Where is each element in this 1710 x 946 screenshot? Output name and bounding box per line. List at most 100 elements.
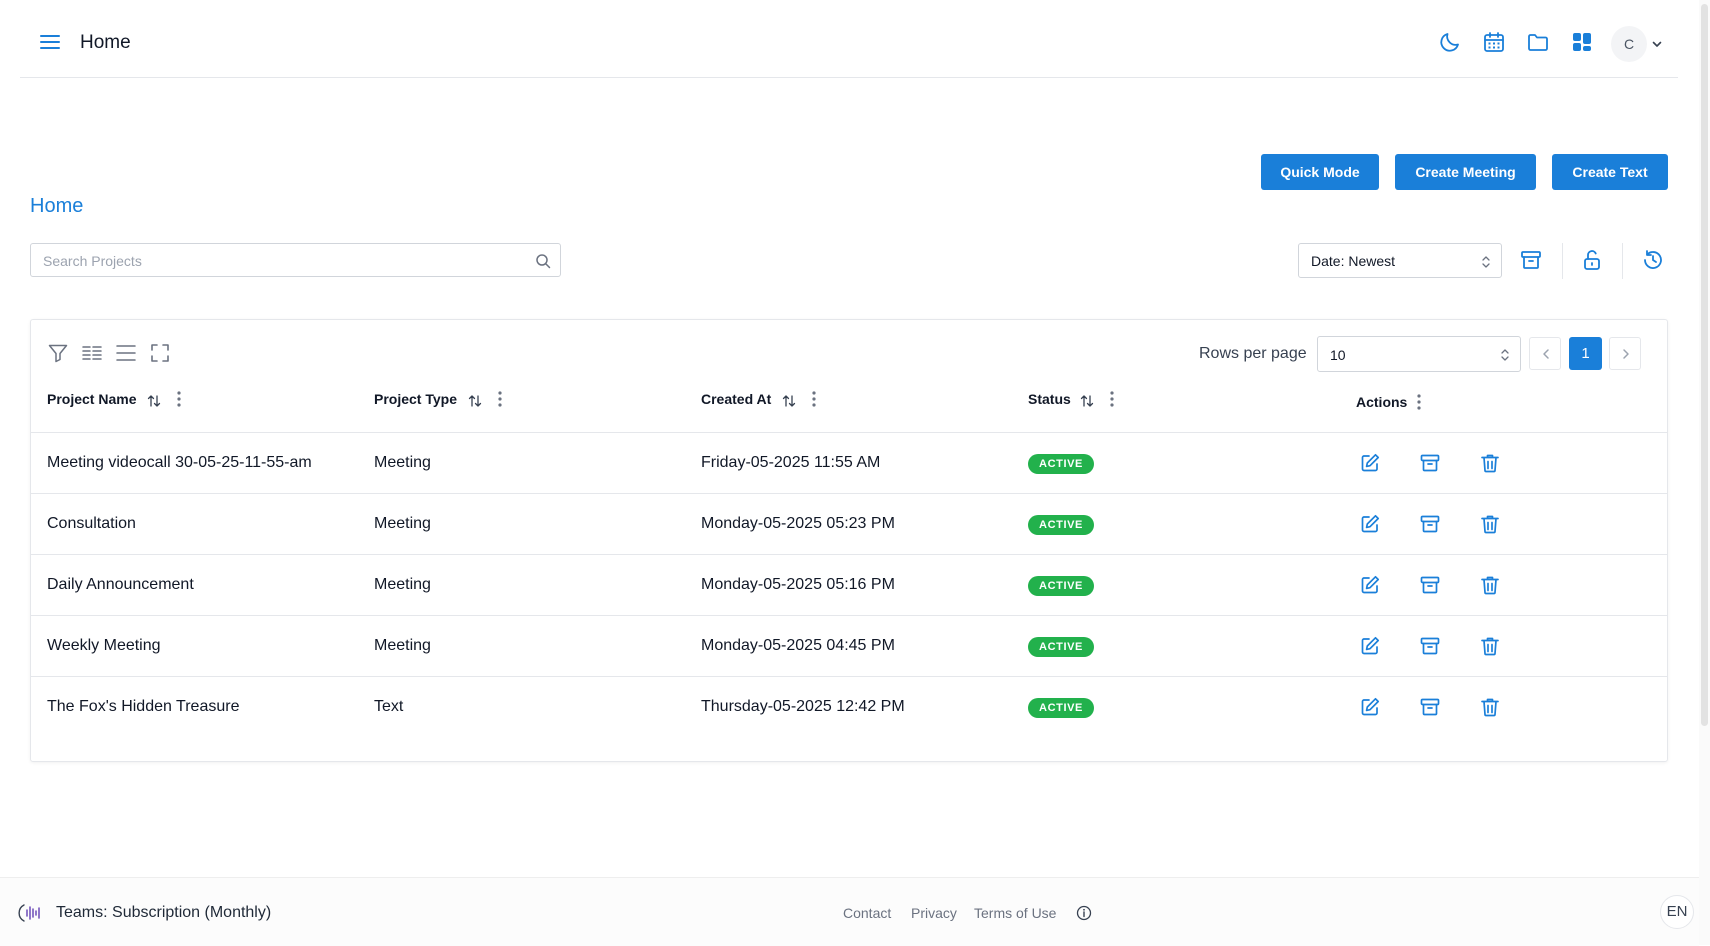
scrollbar-thumb[interactable] xyxy=(1701,4,1708,726)
column-menu-icon[interactable] xyxy=(811,390,817,408)
column-header-created-at[interactable]: Created At xyxy=(701,391,771,407)
column-menu-icon[interactable] xyxy=(1416,393,1422,411)
prev-page-button[interactable] xyxy=(1529,337,1561,370)
column-menu-icon[interactable] xyxy=(1109,390,1115,408)
divider xyxy=(1562,243,1563,279)
edit-icon[interactable] xyxy=(1359,635,1381,657)
trash-icon[interactable] xyxy=(1479,513,1501,535)
column-menu-icon[interactable] xyxy=(497,390,503,408)
trash-icon[interactable] xyxy=(1479,635,1501,657)
filter-icon[interactable] xyxy=(47,342,69,364)
chevron-left-icon[interactable] xyxy=(1540,348,1552,360)
status-badge: ACTIVE xyxy=(1028,515,1094,535)
language-switcher[interactable]: EN xyxy=(1660,895,1694,929)
menu-icon[interactable] xyxy=(39,31,61,53)
page-title: Home xyxy=(30,195,84,217)
edit-icon[interactable] xyxy=(1359,452,1381,474)
chevron-down-icon[interactable] xyxy=(1651,38,1663,50)
create-text-button[interactable]: Create Text xyxy=(1552,154,1668,190)
cell-project-type: Meeting xyxy=(374,454,431,471)
row-divider xyxy=(31,554,1667,555)
sort-icon[interactable] xyxy=(782,394,796,408)
cell-project-type: Text xyxy=(374,698,404,715)
history-icon[interactable] xyxy=(1641,248,1665,272)
cell-project-name[interactable]: Consultation xyxy=(47,515,136,533)
next-page-button[interactable] xyxy=(1609,337,1641,370)
columns-icon[interactable] xyxy=(81,342,103,364)
trash-icon[interactable] xyxy=(1479,696,1501,718)
footer: Teams: Subscription (Monthly) Contact Pr… xyxy=(0,877,1699,946)
footer-link-privacy[interactable]: Privacy xyxy=(911,905,957,921)
fullscreen-icon[interactable] xyxy=(149,342,171,364)
column-header-actions: Actions xyxy=(1356,394,1408,410)
cell-project-name[interactable]: Daily Announcement xyxy=(47,576,194,594)
chevron-right-icon[interactable] xyxy=(1620,348,1632,360)
cell-created-at: Friday-05-2025 11:55 AM xyxy=(701,454,881,471)
cell-created-at: Monday-05-2025 05:16 PM xyxy=(701,576,895,593)
column-header-status[interactable]: Status xyxy=(1028,391,1071,407)
team-logo-icon xyxy=(18,901,42,925)
sort-icon[interactable] xyxy=(1080,394,1094,408)
unlock-icon[interactable] xyxy=(1580,248,1604,272)
folder-icon[interactable] xyxy=(1526,30,1550,54)
dashboard-icon[interactable] xyxy=(1570,30,1594,54)
status-badge: ACTIVE xyxy=(1028,576,1094,596)
cell-created-at: Thursday-05-2025 12:42 PM xyxy=(701,698,905,715)
select-arrows-icon xyxy=(1500,348,1510,362)
archive-icon[interactable] xyxy=(1519,248,1543,272)
moon-icon[interactable] xyxy=(1438,30,1462,54)
quick-mode-button[interactable]: Quick Mode xyxy=(1261,154,1379,190)
divider xyxy=(1622,243,1623,279)
archive-icon[interactable] xyxy=(1419,574,1441,596)
cell-project-type: Meeting xyxy=(374,576,431,593)
avatar[interactable]: C xyxy=(1611,26,1647,62)
cell-project-name[interactable]: Meeting videocall 30-05-25-11-55-am xyxy=(47,454,312,472)
trash-icon[interactable] xyxy=(1479,574,1501,596)
cell-project-type: Meeting xyxy=(374,637,431,654)
density-icon[interactable] xyxy=(115,342,137,364)
row-divider xyxy=(31,432,1667,433)
rows-per-page-value: 10 xyxy=(1330,347,1346,363)
info-icon[interactable] xyxy=(1076,905,1092,921)
archive-icon[interactable] xyxy=(1419,696,1441,718)
vertical-scrollbar[interactable] xyxy=(1699,0,1710,945)
edit-icon[interactable] xyxy=(1359,574,1381,596)
sort-icon[interactable] xyxy=(147,394,161,408)
search-icon[interactable] xyxy=(535,253,551,269)
archive-icon[interactable] xyxy=(1419,452,1441,474)
top-header: Home C xyxy=(20,0,1678,78)
page-button-current[interactable]: 1 xyxy=(1569,337,1602,370)
cell-created-at: Monday-05-2025 04:45 PM xyxy=(701,637,895,654)
cell-created-at: Monday-05-2025 05:23 PM xyxy=(701,515,895,532)
row-divider xyxy=(31,493,1667,494)
trash-icon[interactable] xyxy=(1479,452,1501,474)
subscription-label: Teams: Subscription (Monthly) xyxy=(56,904,272,921)
search-input[interactable] xyxy=(41,244,525,278)
footer-link-contact[interactable]: Contact xyxy=(843,905,891,921)
row-divider xyxy=(31,615,1667,616)
edit-icon[interactable] xyxy=(1359,696,1381,718)
search-field[interactable] xyxy=(30,243,561,278)
sort-select-value: Date: Newest xyxy=(1311,253,1396,269)
column-header-project-type[interactable]: Project Type xyxy=(374,391,457,407)
user-menu[interactable]: C xyxy=(1611,26,1663,62)
archive-icon[interactable] xyxy=(1419,635,1441,657)
edit-icon[interactable] xyxy=(1359,513,1381,535)
header-title: Home xyxy=(80,32,131,53)
sort-select[interactable]: Date: Newest xyxy=(1298,243,1502,278)
footer-link-terms[interactable]: Terms of Use xyxy=(974,905,1056,921)
status-badge: ACTIVE xyxy=(1028,637,1094,657)
cell-project-type: Meeting xyxy=(374,515,431,532)
sort-icon[interactable] xyxy=(468,394,482,408)
column-header-project-name[interactable]: Project Name xyxy=(47,391,136,407)
archive-icon[interactable] xyxy=(1419,513,1441,535)
select-arrows-icon xyxy=(1481,255,1491,269)
rows-per-page-select[interactable]: 10 xyxy=(1317,336,1521,372)
cell-project-name[interactable]: The Fox's Hidden Treasure xyxy=(47,698,239,716)
column-menu-icon[interactable] xyxy=(176,390,182,408)
calendar-icon[interactable] xyxy=(1482,30,1506,54)
status-badge: ACTIVE xyxy=(1028,454,1094,474)
rows-per-page-label: Rows per page xyxy=(1199,345,1307,362)
create-meeting-button[interactable]: Create Meeting xyxy=(1395,154,1536,190)
cell-project-name[interactable]: Weekly Meeting xyxy=(47,637,161,655)
